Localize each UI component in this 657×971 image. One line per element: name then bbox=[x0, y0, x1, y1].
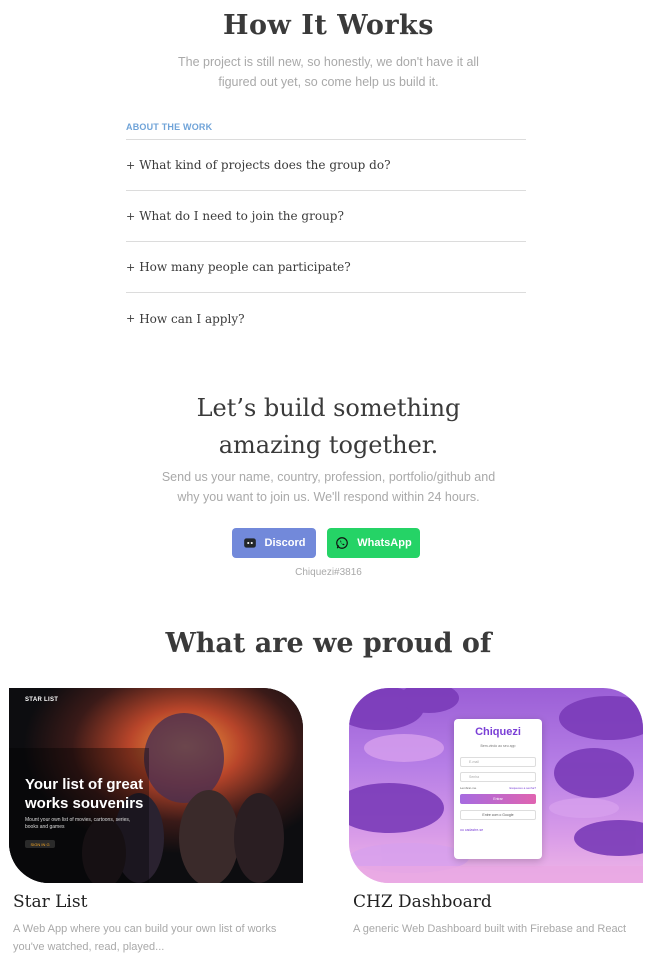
faq-question: What kind of projects does the group do? bbox=[139, 158, 391, 172]
signup-link-preview: ou cadastre-se bbox=[460, 828, 484, 832]
star-list-thumbnail[interactable]: STAR LIST Your list of great works souve… bbox=[9, 688, 303, 883]
plus-icon: + bbox=[126, 209, 136, 223]
contact-title: Let’s build something amazing together. bbox=[0, 390, 657, 464]
faq-question: What do I need to join the group? bbox=[139, 209, 344, 223]
enter-button-preview: Entrar bbox=[460, 794, 536, 804]
faq-question: How many people can participate? bbox=[139, 260, 351, 274]
star-list-description: Mount your own list of movies, cartoons,… bbox=[25, 817, 131, 830]
discord-label: Discord bbox=[264, 537, 306, 549]
chz-dashboard-thumbnail[interactable]: Chiquezi Bem-vindo ao seu app E-mail Sen… bbox=[349, 688, 643, 883]
star-list-desc: A Web App where you can build your own l… bbox=[13, 923, 277, 953]
google-button-preview: Entre com o Google bbox=[460, 810, 536, 820]
discord-tag: Chiquezi#3816 bbox=[295, 567, 362, 578]
chz-dashboard-title[interactable]: CHZ Dashboard bbox=[353, 892, 492, 912]
star-list-title[interactable]: Star List bbox=[13, 892, 87, 912]
plus-icon: + bbox=[126, 312, 136, 325]
whatsapp-icon bbox=[335, 536, 349, 550]
password-field-preview: Senha bbox=[460, 772, 536, 782]
plus-icon: + bbox=[126, 260, 136, 274]
login-card-preview: Chiquezi Bem-vindo ao seu app E-mail Sen… bbox=[454, 719, 542, 859]
discord-icon bbox=[243, 536, 257, 550]
contact-title-line2: amazing together. bbox=[218, 431, 439, 459]
whatsapp-button[interactable]: WhatsApp bbox=[327, 528, 420, 558]
dashboard-tagline: Bem-vindo ao seu app bbox=[480, 744, 516, 748]
whatsapp-label: WhatsApp bbox=[357, 537, 412, 549]
faq-header: ABOUT THE WORK bbox=[126, 122, 526, 140]
faq-item-participants[interactable]: + How many people can participate? bbox=[126, 242, 526, 293]
remember-row: Lembrar-me Esqueceu a senha? bbox=[460, 786, 536, 790]
how-it-works-subtitle: The project is still new, so honestly, w… bbox=[178, 55, 479, 89]
faq-item-requirements[interactable]: + What do I need to join the group? bbox=[126, 191, 526, 242]
discord-button[interactable]: Discord bbox=[232, 528, 316, 558]
faq-section: ABOUT THE WORK + What kind of projects d… bbox=[126, 122, 526, 344]
how-it-works-title: How It Works bbox=[223, 10, 434, 41]
faq-item-apply[interactable]: + How can I apply? bbox=[126, 293, 526, 344]
faq-question: How can I apply? bbox=[139, 311, 245, 326]
faq-item-projects[interactable]: + What kind of projects does the group d… bbox=[126, 140, 526, 191]
star-list-headline: Your list of great works souvenirs bbox=[25, 776, 144, 812]
chz-dashboard-desc: A generic Web Dashboard built with Fireb… bbox=[353, 923, 627, 935]
email-field-preview: E-mail bbox=[460, 757, 536, 767]
contact-subtitle: Send us your name, country, profession, … bbox=[161, 470, 496, 504]
contact-title-line1: Let’s build something bbox=[196, 394, 461, 422]
dashboard-brand: Chiquezi bbox=[475, 726, 521, 738]
projects-title: What are we proud of bbox=[165, 628, 492, 659]
star-list-signin-button: SIGN IN G bbox=[25, 840, 55, 848]
plus-icon: + bbox=[126, 158, 136, 172]
star-list-logo: STAR LIST bbox=[25, 697, 59, 703]
